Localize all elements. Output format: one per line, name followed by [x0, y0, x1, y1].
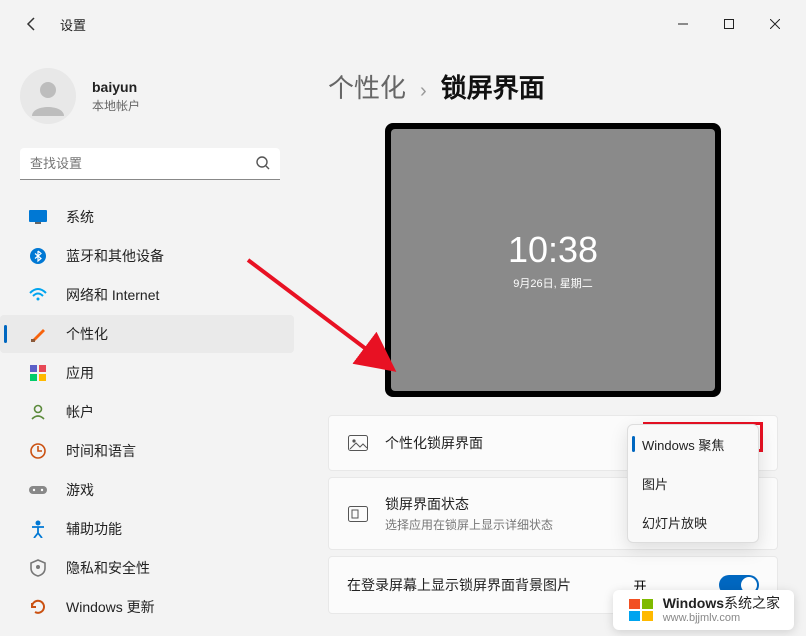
- profile-block[interactable]: baiyun 本地帐户: [0, 56, 300, 148]
- nav-label: Windows 更新: [66, 597, 155, 617]
- shield-icon: [28, 558, 48, 578]
- nav-apps[interactable]: 应用: [0, 354, 294, 392]
- maximize-icon: [724, 19, 734, 29]
- breadcrumb: 个性化 › 锁屏界面: [328, 68, 778, 105]
- update-icon: [28, 597, 48, 617]
- titlebar: 设置: [0, 0, 806, 48]
- sidebar: baiyun 本地帐户 系统 蓝牙和其他设备 网络和 Internet: [0, 48, 300, 636]
- clock-globe-icon: [28, 441, 48, 461]
- bluetooth-icon: [28, 246, 48, 266]
- wifi-icon: [28, 285, 48, 305]
- nav-accessibility[interactable]: 辅助功能: [0, 510, 294, 548]
- nav-windows-update[interactable]: Windows 更新: [0, 588, 294, 626]
- watermark: Windows系统之家 www.bjjmlv.com: [613, 590, 794, 630]
- search-input[interactable]: [20, 148, 280, 180]
- maximize-button[interactable]: [706, 9, 752, 39]
- nav-accounts[interactable]: 帐户: [0, 393, 294, 431]
- dropdown-option-slideshow[interactable]: 幻灯片放映: [628, 503, 758, 542]
- nav-label: 网络和 Internet: [66, 285, 159, 305]
- breadcrumb-parent[interactable]: 个性化: [328, 68, 406, 105]
- nav-time-language[interactable]: 时间和语言: [0, 432, 294, 470]
- person-icon: [28, 402, 48, 422]
- search-wrap: [20, 148, 280, 180]
- apps-icon: [28, 363, 48, 383]
- preview-date: 9月26日, 星期二: [513, 275, 592, 291]
- system-icon: [28, 207, 48, 227]
- avatar-icon: [28, 76, 68, 116]
- lock-screen-preview: 10:38 9月26日, 星期二: [385, 123, 721, 397]
- avatar: [20, 68, 76, 124]
- nav-label: 帐户: [66, 402, 94, 422]
- breadcrumb-current: 锁屏界面: [441, 68, 545, 105]
- back-button[interactable]: [16, 8, 48, 40]
- nav-label: 系统: [66, 207, 94, 227]
- windows-logo-icon: [627, 596, 655, 624]
- back-arrow-icon: [24, 16, 40, 32]
- minimize-button[interactable]: [660, 9, 706, 39]
- dropdown-option-picture[interactable]: 图片: [628, 464, 758, 503]
- nav-label: 游戏: [66, 480, 94, 500]
- nav-system[interactable]: 系统: [0, 198, 294, 236]
- nav-label: 隐私和安全性: [66, 558, 150, 578]
- preview-time: 10:38: [508, 229, 598, 271]
- window-controls: [660, 9, 798, 39]
- main-content: 个性化 › 锁屏界面 10:38 9月26日, 星期二 个性化锁屏界面 Wind…: [300, 48, 806, 636]
- nav-label: 应用: [66, 363, 94, 383]
- nav-list: 系统 蓝牙和其他设备 网络和 Internet 个性化 应用 帐户: [0, 198, 300, 626]
- nav-personalization[interactable]: 个性化: [0, 315, 294, 353]
- window-title: 设置: [60, 15, 86, 34]
- nav-label: 蓝牙和其他设备: [66, 246, 164, 266]
- brush-icon: [28, 324, 48, 344]
- background-toggle-title: 在登录屏幕上显示锁屏界面背景图片: [347, 575, 571, 595]
- close-icon: [770, 19, 780, 29]
- watermark-url: www.bjjmlv.com: [663, 612, 780, 624]
- accessibility-icon: [28, 519, 48, 539]
- close-button[interactable]: [752, 9, 798, 39]
- gamepad-icon: [28, 480, 48, 500]
- nav-label: 时间和语言: [66, 441, 136, 461]
- nav-network[interactable]: 网络和 Internet: [0, 276, 294, 314]
- profile-subtitle: 本地帐户: [92, 97, 140, 114]
- minimize-icon: [678, 19, 688, 29]
- background-type-dropdown: Windows 聚焦 图片 幻灯片放映: [627, 424, 759, 543]
- nav-bluetooth[interactable]: 蓝牙和其他设备: [0, 237, 294, 275]
- dropdown-option-spotlight[interactable]: Windows 聚焦: [628, 425, 758, 464]
- search-icon: [256, 156, 270, 175]
- picture-icon: [347, 432, 369, 454]
- watermark-title: Windows系统之家: [663, 596, 780, 611]
- nav-privacy[interactable]: 隐私和安全性: [0, 549, 294, 587]
- status-icon: [347, 503, 369, 525]
- nav-label: 个性化: [66, 324, 108, 344]
- chevron-right-icon: ›: [420, 80, 427, 103]
- nav-gaming[interactable]: 游戏: [0, 471, 294, 509]
- personalize-lock-screen-card[interactable]: 个性化锁屏界面 Windows 聚焦 图片 幻灯片放映: [328, 415, 778, 471]
- profile-name: baiyun: [92, 79, 140, 95]
- nav-label: 辅助功能: [66, 519, 122, 539]
